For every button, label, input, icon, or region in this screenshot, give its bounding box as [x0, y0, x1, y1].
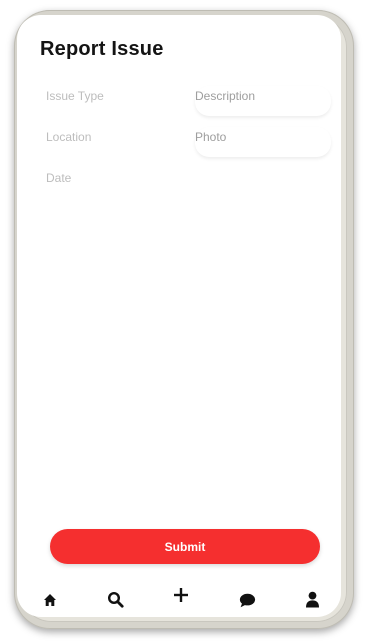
search-icon[interactable]: [104, 588, 126, 610]
home-icon[interactable]: [39, 589, 61, 611]
photo-placeholder: Photo: [195, 130, 227, 144]
issue-type-placeholder: Issue Type: [46, 89, 104, 103]
submit-button[interactable]: Submit: [50, 529, 320, 564]
app-screen: Report Issue Issue Type Description Loca…: [17, 15, 341, 617]
page-title: Report Issue: [40, 38, 164, 60]
chat-bubble-icon[interactable]: [236, 589, 258, 611]
plus-icon[interactable]: [170, 584, 192, 606]
date-field[interactable]: Date: [46, 171, 166, 201]
photo-field[interactable]: Photo: [195, 127, 331, 157]
user-icon[interactable]: [301, 588, 323, 610]
bottom-nav: [17, 583, 341, 617]
location-placeholder: Location: [46, 130, 92, 144]
location-field[interactable]: Location: [46, 130, 166, 160]
description-placeholder: Description: [195, 89, 256, 103]
issue-type-field[interactable]: Issue Type: [46, 89, 166, 119]
date-placeholder: Date: [46, 171, 72, 185]
description-field[interactable]: Description: [195, 86, 331, 116]
